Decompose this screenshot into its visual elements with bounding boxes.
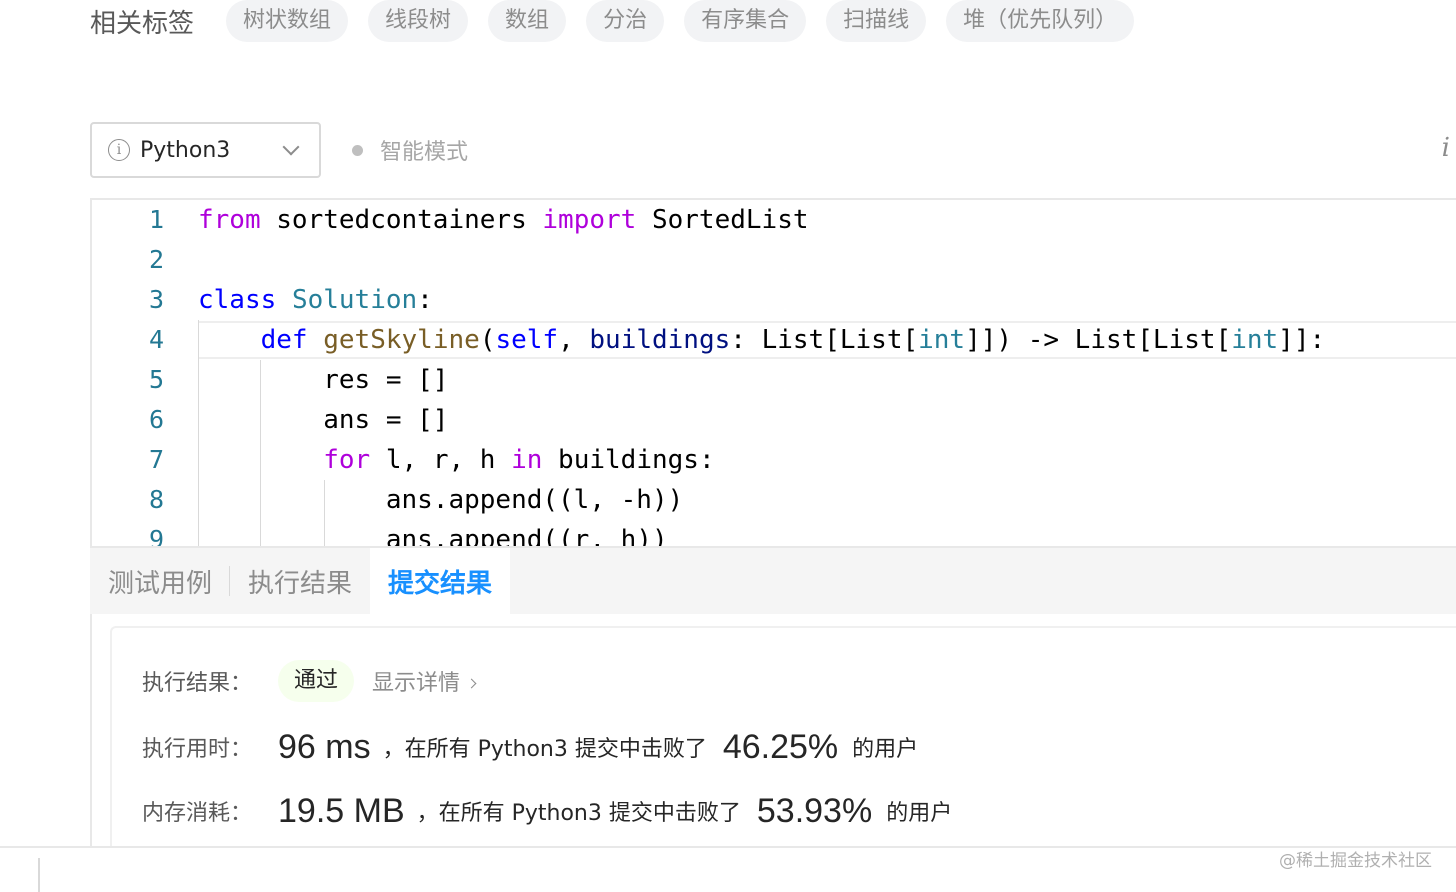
memory-value: 19.5 MB xyxy=(278,791,405,830)
code-token: from xyxy=(198,205,261,235)
line-number: 8 xyxy=(148,485,164,514)
line-number: 2 xyxy=(148,245,164,274)
console-tabs: 测试用例 执行结果 提交结果 xyxy=(90,546,1456,614)
runtime-label: 执行用时： xyxy=(142,737,253,762)
code-token: ans = [] xyxy=(198,405,449,435)
code-line: ans = [] xyxy=(198,400,448,440)
language-label: Python3 xyxy=(140,137,231,163)
line-number: 5 xyxy=(148,365,164,394)
status-badge: 通过 xyxy=(278,660,355,702)
line-number: 1 xyxy=(148,205,164,234)
footer-vertical-divider xyxy=(38,858,40,892)
submission-result-card: 执行结果： 通过 显示详情 执行用时： 96 ms ，在所有 Python3 提… xyxy=(110,626,1456,848)
code-token: ]]) -> List[List[ xyxy=(965,325,1232,355)
code-line: ans.append((r, h)) xyxy=(198,520,668,546)
watermark: @稀土掘金技术社区 xyxy=(1279,851,1432,871)
line-number: 9 xyxy=(148,525,164,546)
chevron-down-icon xyxy=(282,138,300,156)
memory-suffix: 的用户 xyxy=(886,801,953,826)
memory-percentile: 53.93% xyxy=(756,791,873,830)
code-token: ]]: xyxy=(1278,325,1326,355)
code-token: ans.append((l, -h)) xyxy=(198,485,684,515)
show-details-label: 显示详情 xyxy=(372,671,461,696)
page: 相关标签 树状数组 线段树 数组 分治 有序集合 扫描线 堆（优先队列） i P… xyxy=(0,0,1456,892)
code-line: from sortedcontainers import SortedList xyxy=(198,200,809,240)
code-token: buildings: xyxy=(542,445,715,475)
result-area: 执行结果： 通过 显示详情 执行用时： 96 ms ，在所有 Python3 提… xyxy=(90,614,1456,848)
memory-row: 内存消耗： 19.5 MB ，在所有 Python3 提交中击败了 53.93%… xyxy=(142,790,964,832)
code-line: ans.append((l, -h)) xyxy=(198,480,683,520)
code-token: l, r, h xyxy=(370,445,512,475)
code-token: class xyxy=(198,285,277,315)
memory-text: ，在所有 Python3 提交中击败了 xyxy=(416,801,741,826)
status-label: 执行结果： xyxy=(142,671,253,696)
tag-heap[interactable]: 堆（优先队列） xyxy=(946,0,1135,42)
code-token: def xyxy=(260,325,308,355)
code-token: Solution xyxy=(291,285,418,315)
tab-run-result[interactable]: 执行结果 xyxy=(230,548,370,614)
code-token: int xyxy=(918,325,966,355)
code-token: self xyxy=(495,325,559,355)
code-token: : List[List[ xyxy=(730,325,919,355)
code-token: , xyxy=(558,325,590,355)
tag-segment-tree[interactable]: 线段树 xyxy=(368,0,469,42)
footer-divider-line xyxy=(0,846,1456,848)
runtime-percentile: 46.25% xyxy=(722,727,839,766)
code-token: int xyxy=(1231,325,1279,355)
runtime-suffix: 的用户 xyxy=(852,737,919,762)
tag-array[interactable]: 数组 xyxy=(488,0,567,42)
code-line: class Solution: xyxy=(198,280,433,320)
tag-binary-indexed-tree[interactable]: 树状数组 xyxy=(226,0,349,42)
code-token: : xyxy=(417,285,433,315)
tab-submission-result[interactable]: 提交结果 xyxy=(370,548,511,614)
tab-test-cases[interactable]: 测试用例 xyxy=(90,548,231,614)
info-italic-icon[interactable]: i xyxy=(1442,133,1450,163)
tag-divide-and-conquer[interactable]: 分治 xyxy=(586,0,665,42)
code-token: sortedcontainers xyxy=(260,205,543,235)
code-token: res = [] xyxy=(198,365,449,395)
line-number: 4 xyxy=(148,325,164,354)
line-number: 6 xyxy=(148,405,164,434)
code-token: for xyxy=(323,445,371,475)
line-number: 3 xyxy=(148,285,164,314)
language-select[interactable]: i Python3 xyxy=(90,122,321,178)
chevron-right-icon xyxy=(466,678,477,689)
code-line: for l, r, h in buildings: xyxy=(198,440,715,480)
code-token: in xyxy=(511,445,543,475)
status-row: 执行结果： 通过 显示详情 xyxy=(142,660,477,702)
memory-label: 内存消耗： xyxy=(142,801,253,826)
runtime-value: 96 ms xyxy=(278,727,371,766)
line-number: 7 xyxy=(148,445,164,474)
code-line: def getSkyline(self, buildings: List[Lis… xyxy=(198,320,1326,360)
tags-title: 相关标签 xyxy=(90,8,195,39)
code-line: res = [] xyxy=(198,360,448,400)
status-dot-icon xyxy=(352,144,363,156)
code-token: ( xyxy=(479,325,496,355)
related-tags: 相关标签 树状数组 线段树 数组 分治 有序集合 扫描线 堆（优先队列） xyxy=(90,0,1154,42)
code-editor[interactable]: 1 2 3 4 5 6 7 8 9 from sortedcontainers import S… xyxy=(90,198,1456,546)
code-token: SortedList xyxy=(636,205,809,235)
code-token: buildings xyxy=(589,325,731,355)
tag-ordered-set[interactable]: 有序集合 xyxy=(684,0,807,42)
code-token: ans.append((r, h)) xyxy=(198,525,668,546)
info-icon: i xyxy=(108,139,130,161)
tag-sweep-line[interactable]: 扫描线 xyxy=(826,0,927,42)
code-token: getSkyline xyxy=(323,325,480,355)
runtime-row: 执行用时： 96 ms ，在所有 Python3 提交中击败了 46.25% 的… xyxy=(142,726,930,768)
show-details-link[interactable]: 显示详情 xyxy=(372,665,477,697)
code-token: import xyxy=(542,205,637,235)
runtime-text: ，在所有 Python3 提交中击败了 xyxy=(382,737,707,762)
smart-mode-label: 智能模式 xyxy=(380,140,469,165)
smart-mode-toggle[interactable]: 智能模式 xyxy=(352,136,469,165)
